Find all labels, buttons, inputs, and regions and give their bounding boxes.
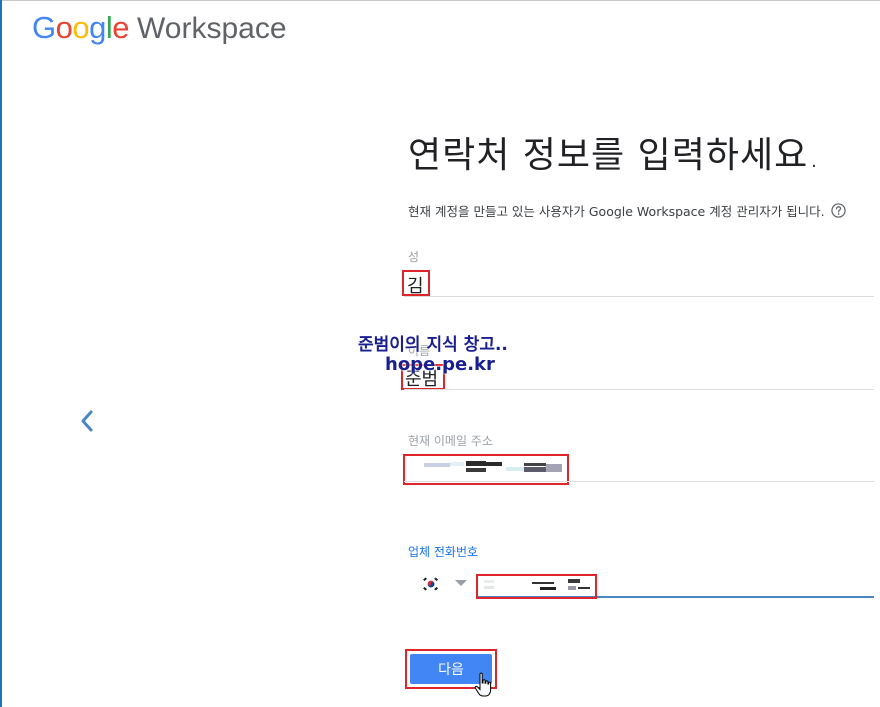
logo-letter-g2: g (89, 10, 106, 45)
help-circle-icon[interactable] (830, 203, 846, 218)
window-border-top (2, 0, 880, 1)
page-title: 연락처 정보를 입력하세요. (408, 135, 821, 176)
email-redaction (524, 463, 546, 466)
google-wordmark: Google (32, 10, 130, 46)
window-border-left (0, 0, 2, 707)
chevron-left-icon[interactable] (74, 406, 100, 436)
south-korea-flag-icon[interactable] (422, 576, 440, 592)
phone-label: 업체 전화번호 (408, 545, 479, 559)
hand-pointer-cursor-icon (474, 672, 492, 697)
email-label: 현재 이메일 주소 (408, 434, 493, 448)
logo-letter-e: e (112, 10, 130, 45)
watermark-line1: 준범이의 지식 창고.. (358, 335, 508, 355)
watermark-line2: hope.pe.kr (385, 354, 495, 375)
email-field[interactable]: 현재 이메일 주소 (403, 430, 874, 485)
phone-input[interactable] (482, 578, 592, 594)
email-redaction (524, 467, 546, 472)
email-underline (404, 481, 874, 482)
phone-field[interactable]: 업체 전화번호 (404, 540, 874, 600)
last-name-field[interactable]: 성 김 (402, 246, 874, 298)
last-name-underline (404, 296, 874, 297)
phone-redaction (568, 579, 580, 583)
email-redaction (486, 462, 502, 466)
page-subtitle: 현재 계정을 만들고 있는 사용자가 Google Workspace 계정 관… (408, 201, 846, 220)
phone-redaction (484, 586, 494, 589)
workspace-wordmark: Workspace (137, 12, 287, 45)
first-name-underline (404, 389, 874, 390)
last-name-label: 성 (408, 250, 420, 264)
phone-redaction (484, 580, 494, 583)
subtitle-text: 현재 계정을 만들고 있는 사용자가 Google Workspace 계정 관… (408, 204, 825, 219)
phone-redaction (540, 587, 556, 590)
email-redaction (506, 467, 524, 471)
email-redaction (424, 463, 450, 467)
phone-redaction (532, 582, 554, 584)
phone-redaction (578, 587, 590, 589)
email-redaction (466, 468, 486, 472)
email-redaction (450, 462, 464, 466)
logo-letter-g: G (32, 10, 56, 45)
google-workspace-logo: Google Workspace (32, 10, 287, 54)
email-redaction (466, 461, 486, 466)
email-redaction (546, 464, 562, 472)
last-name-input[interactable]: 김 (407, 272, 424, 298)
phone-redaction (568, 586, 576, 590)
email-input[interactable] (420, 461, 565, 475)
logo-letter-o1: o (55, 10, 73, 45)
logo-letter-o2: o (72, 10, 90, 45)
caret-down-icon[interactable] (455, 580, 467, 586)
